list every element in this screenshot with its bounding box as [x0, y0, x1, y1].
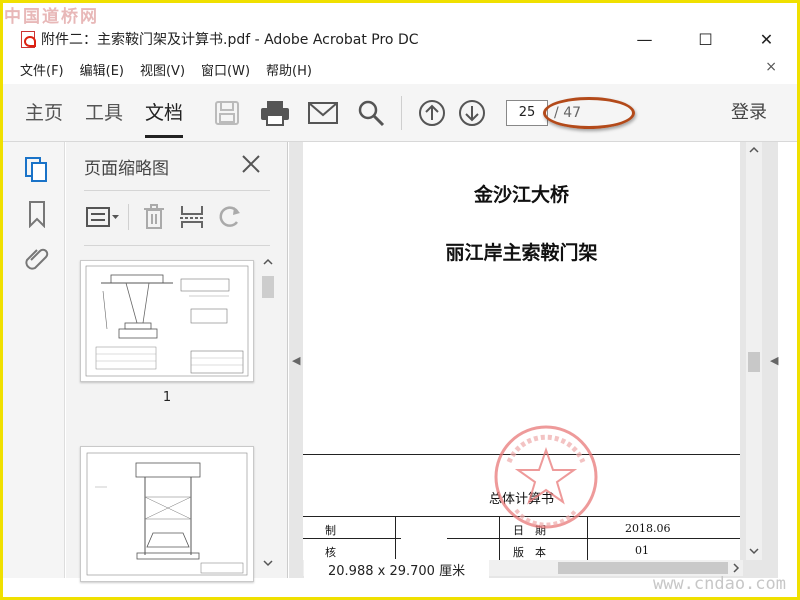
login-button[interactable]: 登录 [731, 84, 767, 142]
official-seal [494, 425, 598, 529]
window-title: 附件二：主索鞍门架及计算书.pdf - Adobe Acrobat Pro DC [41, 32, 419, 48]
table-cell: 版 本 [513, 546, 546, 559]
email-icon[interactable] [303, 93, 343, 133]
panel-divider [84, 245, 270, 246]
bookmark-icon[interactable] [23, 200, 51, 229]
thumbnail-scrollbar[interactable] [261, 254, 275, 578]
page-thumbnail[interactable] [80, 446, 254, 582]
watermark-bottom-right: www.cndao.com [652, 574, 786, 594]
thumbnail-panel-title: 页面缩略图 [84, 159, 169, 179]
menu-view[interactable]: 视图(V) [132, 60, 193, 79]
title-bar: 附件二：主索鞍门架及计算书.pdf - Adobe Acrobat Pro DC… [3, 24, 797, 54]
document-vertical-scrollbar[interactable] [746, 142, 762, 560]
watermark-top-left: 中国道桥网 [4, 7, 99, 27]
menu-bar: 文件(F) 编辑(E) 视图(V) 窗口(W) 帮助(H) × [3, 56, 797, 82]
collapse-right-panel-icon[interactable]: ◀ [770, 354, 778, 367]
collapse-left-panel-icon[interactable]: ◀ [292, 354, 300, 367]
doc-scroll-up-icon[interactable] [746, 143, 762, 157]
print-icon[interactable] [255, 93, 295, 133]
document-title: 金沙江大桥 [473, 184, 569, 206]
doc-scroll-down-icon[interactable] [746, 544, 762, 558]
save-icon[interactable] [207, 93, 247, 133]
page-number-input[interactable]: 25 [506, 99, 549, 126]
tab-home[interactable]: 主页 [25, 84, 63, 142]
document-scroll-thumb[interactable] [748, 352, 760, 372]
pdf-file-icon [21, 30, 36, 48]
search-icon[interactable] [351, 93, 391, 133]
horizontal-scroll-thumb[interactable] [558, 562, 728, 574]
menu-edit[interactable]: 编辑(E) [72, 60, 132, 79]
close-panel-icon[interactable] [238, 151, 264, 177]
table-cell: 制 [325, 524, 336, 537]
thumbnail-toolbar-separator [128, 204, 129, 230]
document-page: 金沙江大桥 丽江岸主索鞍门架 总体计算书 制 日 期 2018.06 核 版 本… [303, 142, 740, 560]
scroll-down-icon[interactable] [261, 556, 275, 570]
document-subtitle: 丽江岸主索鞍门架 [445, 242, 598, 264]
table-cell: 2018.06 [625, 522, 671, 535]
maximize-button[interactable]: ☐ [675, 24, 736, 54]
minimize-button[interactable]: — [614, 24, 675, 54]
table-cell: 01 [635, 544, 649, 557]
redacted-area [401, 524, 447, 560]
close-window-button[interactable]: ✕ [736, 24, 797, 54]
thumbnail-page-label: 1 [162, 390, 172, 405]
highlight-annotation-oval [543, 97, 635, 129]
menu-window[interactable]: 窗口(W) [193, 60, 258, 79]
next-page-icon[interactable] [452, 93, 492, 133]
page-size-readout: 20.988 x 29.700 厘米 [304, 559, 490, 579]
table-col-line [395, 516, 396, 560]
previous-page-icon[interactable] [412, 93, 452, 133]
table-row-rule [303, 538, 740, 539]
window-controls: — ☐ ✕ [614, 24, 797, 54]
toolbar-separator [401, 95, 403, 130]
thumbnail-toolbar [84, 199, 249, 235]
table-cell: 核 [325, 546, 336, 559]
panel-divider [84, 190, 270, 191]
close-document-button[interactable]: × [765, 59, 777, 75]
delete-page-icon[interactable] [135, 201, 173, 233]
page-thumbnails-icon[interactable] [23, 156, 51, 184]
scroll-up-icon[interactable] [261, 255, 275, 269]
thumbnail-scroll-thumb[interactable] [262, 276, 274, 298]
navigation-rail [3, 142, 65, 578]
extract-pages-icon[interactable] [173, 201, 211, 233]
thumbnail-panel: 页面缩略图 1 [66, 142, 288, 582]
document-view: ◀ ◀ 金沙江大桥 丽江岸主索鞍门架 总体计算书 制 日 期 2018.06 核… [289, 142, 778, 578]
attachment-icon[interactable] [23, 244, 51, 272]
tab-tools[interactable]: 工具 [85, 84, 123, 142]
menu-file[interactable]: 文件(F) [3, 60, 72, 79]
page-thumbnail[interactable] [80, 260, 254, 382]
menu-help[interactable]: 帮助(H) [258, 60, 320, 79]
rotate-page-icon[interactable] [211, 201, 249, 233]
main-toolbar: 主页 工具 文档 25 / 47 登录 [3, 84, 797, 142]
tab-document[interactable]: 文档 [145, 84, 184, 142]
thumbnail-options-icon[interactable] [84, 201, 122, 233]
